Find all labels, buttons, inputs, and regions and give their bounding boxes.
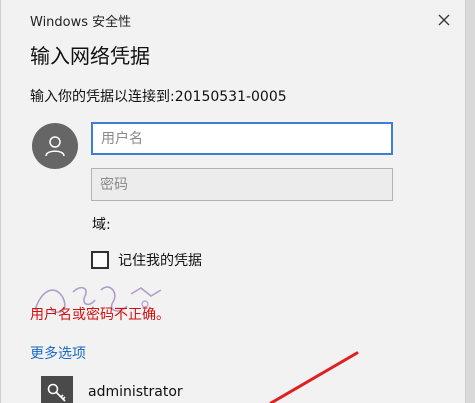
account-option[interactable]: administrator: [41, 375, 421, 403]
password-input[interactable]: [91, 168, 393, 201]
key-tile: [41, 376, 73, 403]
error-message: 用户名或密码不正确。: [30, 307, 170, 323]
remember-label: 记住我的凭据: [118, 253, 202, 269]
background-strip: [466, 0, 475, 403]
close-button[interactable]: [433, 9, 455, 31]
remember-credentials[interactable]: 记住我的凭据: [91, 250, 202, 270]
more-options-link[interactable]: 更多选项: [30, 343, 86, 363]
user-avatar-icon: [45, 136, 65, 157]
window-title: Windows 安全性: [30, 15, 132, 30]
account-name: administrator: [88, 384, 183, 400]
user-avatar: [32, 123, 78, 169]
dialog-heading: 输入网络凭据: [30, 44, 150, 68]
close-icon: [438, 14, 450, 26]
key-icon: [47, 383, 66, 402]
domain-label: 域:: [92, 217, 111, 233]
windows-security-dialog: Windows 安全性 输入网络凭据 输入你的凭据以连接到:20150531-0…: [0, 0, 466, 403]
username-input[interactable]: [91, 122, 393, 155]
connect-description: 输入你的凭据以连接到:20150531-0005: [30, 89, 287, 105]
remember-checkbox[interactable]: [91, 251, 109, 269]
